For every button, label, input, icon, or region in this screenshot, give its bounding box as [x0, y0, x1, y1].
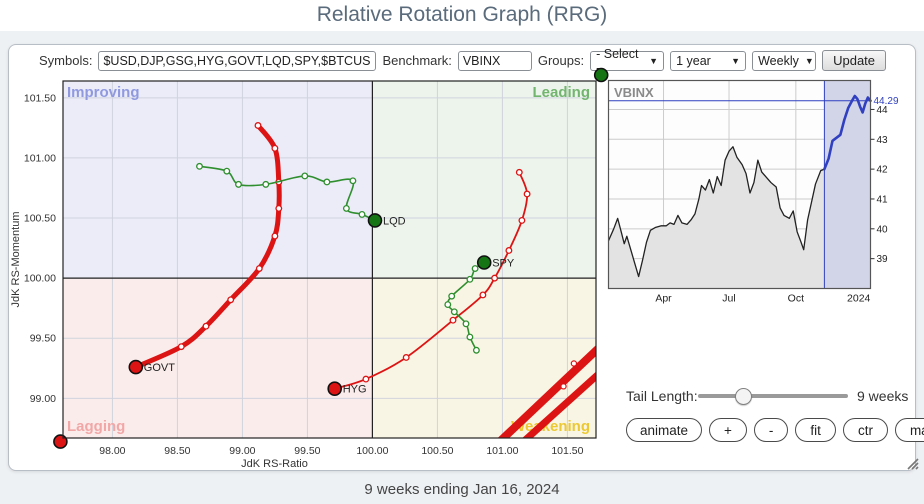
- svg-text:99.00: 99.00: [30, 393, 56, 405]
- svg-text:100.50: 100.50: [24, 213, 56, 225]
- svg-text:100.50: 100.50: [421, 445, 453, 457]
- svg-text:39: 39: [877, 254, 889, 265]
- svg-text:101.00: 101.00: [24, 152, 56, 164]
- svg-text:98.00: 98.00: [99, 445, 125, 457]
- minichart-title: VBINX: [614, 85, 654, 100]
- svg-text:99.00: 99.00: [229, 445, 255, 457]
- y-axis-title: JdK RS-Momentum: [10, 212, 22, 308]
- svg-text:Oct: Oct: [788, 293, 804, 305]
- quadrant-label-improving: Improving: [67, 84, 140, 101]
- svg-text:100.00: 100.00: [24, 273, 56, 285]
- quadrant-label-lagging: Lagging: [67, 418, 125, 435]
- button-zoom-out[interactable]: -: [754, 418, 789, 442]
- x-axis-title: JdK RS-Ratio: [241, 458, 308, 470]
- period-select[interactable]: 1 year ▼: [670, 51, 746, 71]
- footer-caption: 9 weeks ending Jan 16, 2024: [0, 481, 924, 498]
- quadrant-lagging: [63, 278, 372, 438]
- rrg-symbol-label-LQD: LQD: [383, 215, 406, 227]
- svg-text:Jul: Jul: [722, 293, 735, 305]
- svg-text:41: 41: [877, 194, 889, 205]
- title-bar: Relative Rotation Graph (RRG): [0, 0, 924, 31]
- svg-text:40: 40: [877, 224, 889, 235]
- toolbar: Symbols: Benchmark: Groups: - Select - ▼…: [39, 50, 886, 71]
- svg-text:100.00: 100.00: [356, 445, 388, 457]
- benchmark-label: Benchmark:: [382, 53, 451, 68]
- quadrant-label-leading: Leading: [532, 84, 590, 101]
- rrg-offplot-marker-1[interactable]: [595, 68, 608, 81]
- page-title: Relative Rotation Graph (RRG): [0, 0, 924, 30]
- button-zoom-in[interactable]: +: [709, 418, 747, 442]
- frequency-select-value: Weekly: [758, 54, 799, 68]
- benchmark-input[interactable]: [458, 51, 532, 71]
- svg-text:42: 42: [877, 165, 889, 176]
- svg-text:101.00: 101.00: [486, 445, 518, 457]
- svg-text:101.50: 101.50: [24, 92, 56, 104]
- tail-length-slider[interactable]: [698, 394, 848, 398]
- svg-text:98.50: 98.50: [164, 445, 190, 457]
- groups-select[interactable]: - Select - ▼: [590, 51, 664, 71]
- svg-text:Apr: Apr: [655, 293, 672, 305]
- svg-text:2024: 2024: [847, 293, 871, 305]
- rrg-offplot-marker-0[interactable]: [54, 435, 67, 448]
- button-fit[interactable]: fit: [795, 418, 836, 442]
- period-select-value: 1 year: [676, 54, 711, 68]
- rrg-symbol-HYG[interactable]: [328, 382, 341, 395]
- rrg-symbol-label-GOVT: GOVT: [144, 362, 175, 374]
- rrg-app-panel: Symbols: Benchmark: Groups: - Select - ▼…: [8, 44, 916, 471]
- rrg-symbol-LQD[interactable]: [369, 214, 382, 227]
- rrg-symbol-label-SPY: SPY: [492, 258, 515, 270]
- button-animate[interactable]: animate: [626, 418, 702, 442]
- tail-length-label: Tail Length:: [626, 388, 698, 404]
- symbols-input[interactable]: [98, 51, 376, 71]
- quadrant-leading: [372, 81, 596, 278]
- svg-text:43: 43: [877, 135, 889, 146]
- symbols-label: Symbols:: [39, 53, 92, 68]
- rrg-symbol-GOVT[interactable]: [129, 361, 142, 374]
- tail-length-value: 9 weeks: [857, 388, 908, 404]
- tail-length-slider-thumb[interactable]: [735, 388, 752, 405]
- chevron-down-icon: ▼: [731, 56, 740, 66]
- svg-text:99.50: 99.50: [30, 333, 56, 345]
- resize-handle-icon[interactable]: [902, 455, 920, 471]
- svg-text:44: 44: [877, 105, 889, 116]
- rrg-chart[interactable]: ImprovingLeadingLaggingWeakeningGOVTHYGL…: [9, 71, 614, 473]
- button-max[interactable]: max: [895, 418, 924, 442]
- rrg-symbol-SPY[interactable]: [478, 256, 491, 269]
- chart-buttons: animate +-fitctrmax: [626, 418, 924, 442]
- chevron-down-icon: ▼: [649, 56, 658, 66]
- groups-label: Groups:: [538, 53, 584, 68]
- svg-text:101.50: 101.50: [551, 445, 583, 457]
- benchmark-minichart: VBINX44.29394041424344AprJulOct2024: [608, 80, 910, 314]
- svg-text:99.50: 99.50: [294, 445, 320, 457]
- rrg-symbol-label-HYG: HYG: [343, 384, 367, 396]
- button-ctr[interactable]: ctr: [843, 418, 888, 442]
- update-button[interactable]: Update: [822, 50, 886, 71]
- frequency-select[interactable]: Weekly ▼: [752, 51, 816, 71]
- chevron-down-icon: ▼: [805, 56, 814, 66]
